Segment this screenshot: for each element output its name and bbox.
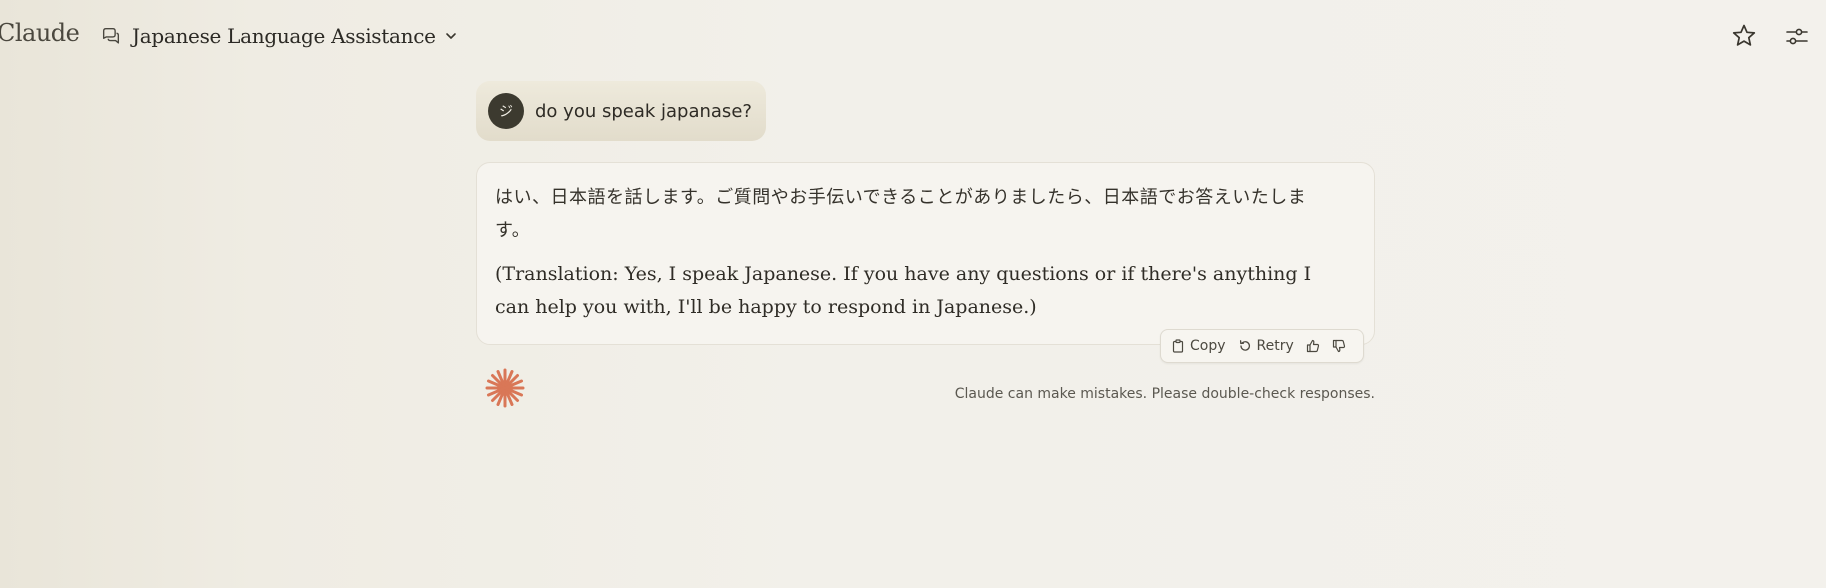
thumbs-down-icon [1332, 339, 1345, 353]
assistant-response-japanese: はい、日本語を話します。ご質問やお手伝いできることがありましたら、日本語でお答え… [495, 187, 1307, 241]
brand-logo-text[interactable]: Claude [0, 19, 80, 47]
copy-button[interactable]: Copy [1171, 338, 1226, 354]
top-bar: Claude Japanese Language Assistance [0, 0, 1826, 72]
thumbs-up-button[interactable] [1306, 339, 1320, 353]
chat-title: Japanese Language Assistance [132, 24, 436, 48]
star-icon[interactable] [1730, 22, 1758, 50]
sliders-icon[interactable] [1784, 24, 1810, 50]
thumbs-up-icon [1306, 339, 1319, 353]
chat-title-dropdown[interactable]: Japanese Language Assistance [100, 20, 458, 52]
clipboard-icon [1172, 339, 1184, 353]
assistant-response-translation: (Translation: Yes, I speak Japanese. If … [495, 263, 1312, 318]
user-message: ジ do you speak japanase? [476, 81, 766, 141]
retry-button[interactable]: Retry [1238, 338, 1294, 354]
copy-label: Copy [1190, 338, 1226, 354]
message-actions-bar: Copy Retry [1160, 329, 1364, 363]
assistant-message: はい、日本語を話します。ご質問やお手伝いできることがありましたら、日本語でお答え… [476, 162, 1375, 345]
chevron-down-icon [445, 33, 456, 39]
thumbs-down-button[interactable] [1332, 339, 1346, 353]
retry-icon [1239, 340, 1250, 351]
avatar: ジ [488, 93, 524, 129]
chat-bubbles-icon [102, 27, 120, 44]
user-message-text: do you speak japanase? [535, 100, 752, 122]
disclaimer-text: Claude can make mistakes. Please double-… [954, 386, 1375, 402]
retry-label: Retry [1256, 338, 1294, 354]
claude-logo-icon [485, 368, 525, 408]
